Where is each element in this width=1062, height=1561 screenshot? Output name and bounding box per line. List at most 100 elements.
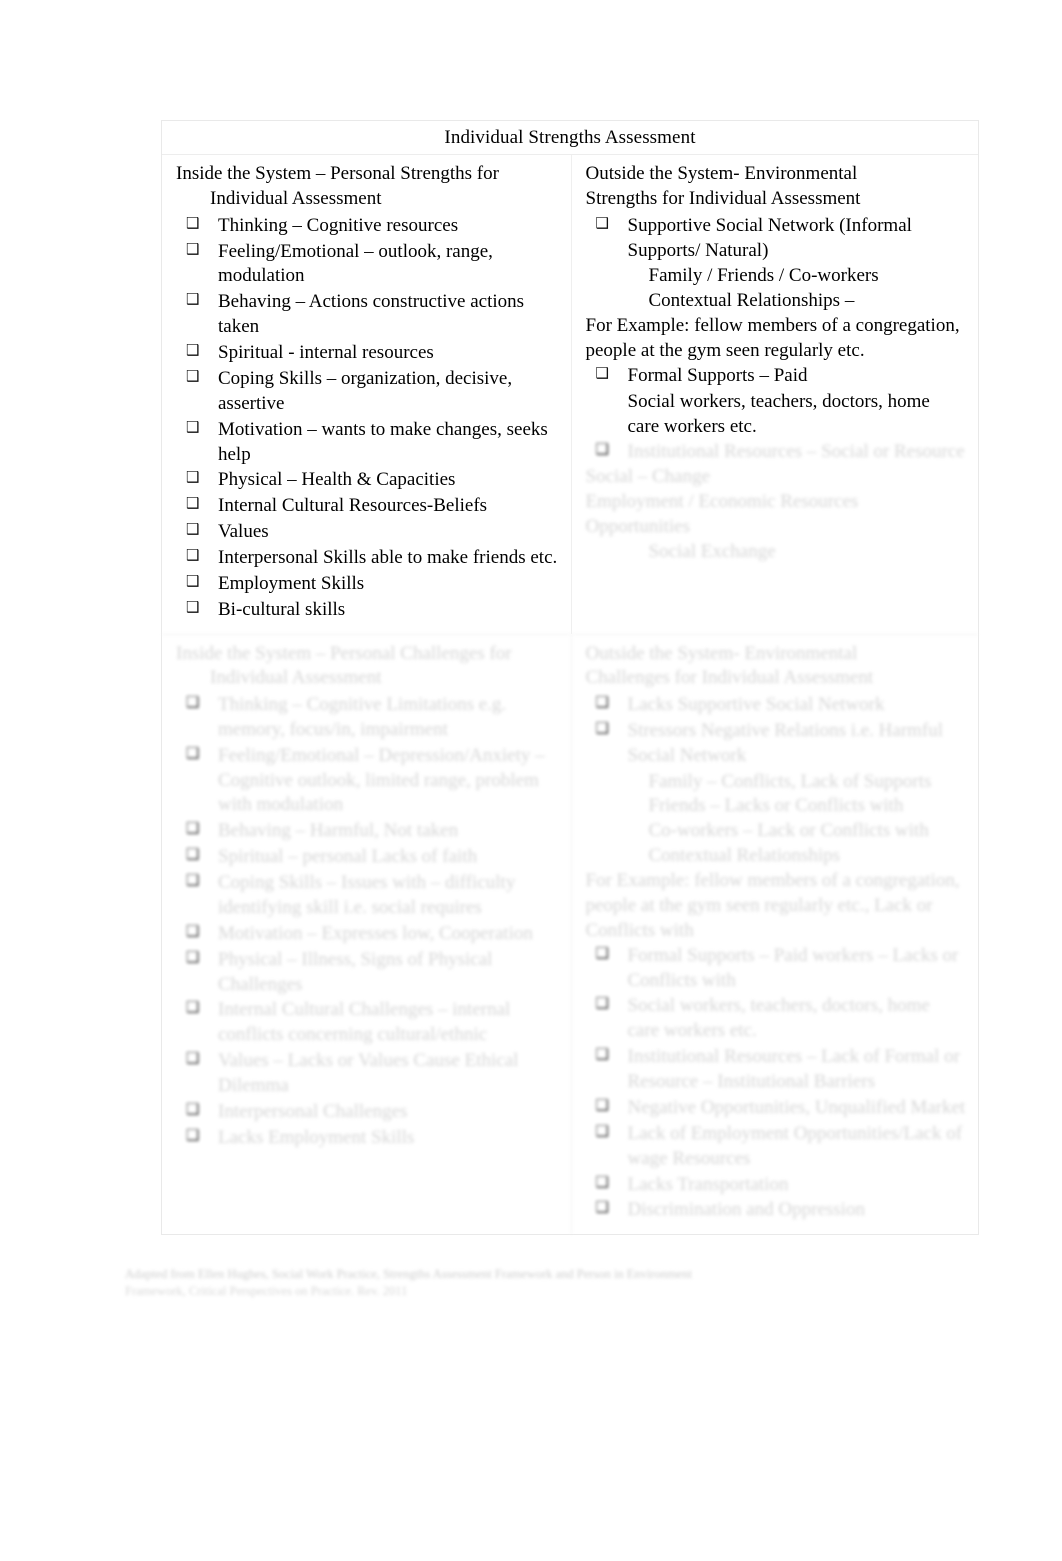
bullet-icon: ❑ xyxy=(595,1045,609,1064)
list-item-label: Motivation – Expresses low, Cooperation xyxy=(218,922,533,944)
footer-line-2: Framework, Critical Perspectives on Prac… xyxy=(125,1284,408,1299)
challenges-left-heading: Inside the System – Personal Challenges … xyxy=(176,642,559,690)
bullet-icon: ❑ xyxy=(186,290,200,309)
list-item: ❑ Supportive Social Network (Informal Su… xyxy=(586,214,967,264)
bullet-icon: ❑ xyxy=(595,718,609,737)
document-page: Individual Strengths Assessment Inside t… xyxy=(0,0,1062,1561)
strengths-right-ghost-line-1: Social – Change xyxy=(585,466,711,488)
list-item-label: Negative Opportunities, Unqualified Mark… xyxy=(627,1096,966,1118)
bullet-icon: ❑ xyxy=(186,1125,200,1144)
strengths-right-ghost-list: ❑ Institutional Resources – Social or Re… xyxy=(586,440,967,465)
bullet-icon: ❑ xyxy=(186,571,200,590)
strengths-right-subitem-contextual: Contextual Relationships – xyxy=(648,290,855,312)
bullet-icon: ❑ xyxy=(186,468,200,487)
challenges-right-subitem-family: Family – Conflicts, Lack of Supports xyxy=(648,770,932,792)
list-item: ❑ Lacks Supportive Social Network xyxy=(586,693,967,718)
list-item-label: Thinking – Cognitive resources xyxy=(218,214,459,236)
bullet-icon: ❑ xyxy=(595,1121,609,1140)
list-item: ❑ Interpersonal Challenges xyxy=(176,1100,559,1125)
individual-strengths-assessment-table: Individual Strengths Assessment Inside t… xyxy=(161,120,979,1236)
strengths-outside-system-column: Outside the System- Environmental Streng… xyxy=(572,155,979,633)
list-item: ❑ Social workers, teachers, doctors, hom… xyxy=(586,994,967,1044)
strengths-right-list-2: ❑ Formal Supports – Paid xyxy=(586,364,967,389)
challenges-right-subitem-friends: Friends – Lacks or Conflicts with xyxy=(648,795,904,817)
strengths-right-example-text: For Example: fellow members of a congreg… xyxy=(585,315,960,362)
list-item: ❑ Thinking – Cognitive Limitations e.g. … xyxy=(176,693,559,743)
list-item-label: Lacks Transportation xyxy=(627,1173,789,1195)
list-item: ❑ Lack of Employment Opportunities/Lack … xyxy=(586,1122,967,1172)
list-item-label: Supportive Social Network (Informal Supp… xyxy=(627,214,912,261)
list-item-label: Formal Supports – Paid workers – Lacks o… xyxy=(627,944,959,991)
challenges-section: Inside the System – Personal Challenges … xyxy=(162,633,979,1235)
list-item-label: Interpersonal Skills able to make friend… xyxy=(218,547,558,569)
list-item: ❑ Spiritual - internal resources xyxy=(176,341,559,366)
list-item-label: Employment Skills xyxy=(218,572,365,594)
strengths-right-subitem-family: Family / Friends / Co-workers xyxy=(648,265,879,287)
list-item-label: Spiritual - internal resources xyxy=(218,342,434,364)
bullet-icon: ❑ xyxy=(186,845,200,864)
strengths-right-list: ❑ Supportive Social Network (Informal Su… xyxy=(586,214,967,264)
list-item-label: Values – Lacks or Values Cause Ethical D… xyxy=(218,1050,519,1097)
challenges-right-subitem-contextual: Contextual Relationships xyxy=(648,845,841,867)
list-item-label: Thinking – Cognitive Limitations e.g. me… xyxy=(218,693,507,740)
bullet-icon: ❑ xyxy=(186,819,200,838)
challenges-left-heading-line2: Individual Assessment xyxy=(210,666,382,688)
strengths-right-ghost-line-3: Opportunities xyxy=(585,516,691,538)
strengths-inside-system-column: Inside the System – Personal Strengths f… xyxy=(162,155,572,634)
list-item: ❑ Discrimination and Oppression xyxy=(586,1198,967,1223)
challenges-inside-system-column: Inside the System – Personal Challenges … xyxy=(162,634,572,1235)
list-item-label: Physical – Illness, Signs of Physical Ch… xyxy=(218,948,493,995)
list-item-label: Institutional Resources – Lack of Formal… xyxy=(627,1046,960,1093)
bullet-icon: ❑ xyxy=(186,520,200,539)
strengths-section: Inside the System – Personal Strengths f… xyxy=(162,155,979,634)
list-item: ❑ Negative Opportunities, Unqualified Ma… xyxy=(586,1096,967,1121)
list-item: ❑ Internal Cultural Challenges – interna… xyxy=(176,998,559,1048)
list-item-label: Bi-cultural skills xyxy=(218,598,346,620)
list-item-label: Feeling/Emotional – outlook, range, modu… xyxy=(218,240,493,287)
challenges-right-example-text: For Example: fellow members of a congreg… xyxy=(585,870,960,941)
list-item: ❑ Feeling/Emotional – outlook, range, mo… xyxy=(176,240,559,290)
bullet-icon: ❑ xyxy=(595,994,609,1013)
strengths-right-heading-line2: Strengths for Individual Assessment xyxy=(585,187,861,209)
list-item: ❑ Behaving – Harmful, Not taken xyxy=(176,819,559,844)
bullet-icon: ❑ xyxy=(186,998,200,1017)
list-item-label: Internal Cultural Resources-Beliefs xyxy=(218,495,488,517)
list-item: ❑ Institutional Resources – Social or Re… xyxy=(586,440,967,465)
bullet-icon: ❑ xyxy=(186,1049,200,1068)
page-title: Individual Strengths Assessment xyxy=(444,127,696,148)
strengths-right-heading: Outside the System- Environmental Streng… xyxy=(586,162,967,210)
challenges-right-heading-line1: Outside the System- Environmental xyxy=(585,642,858,664)
bullet-icon: ❑ xyxy=(595,439,609,458)
list-item-label: Behaving – Actions constructive actions … xyxy=(218,291,525,338)
list-item: ❑ Formal Supports – Paid workers – Lacks… xyxy=(586,944,967,994)
bullet-icon: ❑ xyxy=(186,213,200,232)
list-item: ❑ Coping Skills – organization, decisive… xyxy=(176,367,559,417)
strengths-left-heading: Inside the System – Personal Strengths f… xyxy=(176,162,559,210)
bullet-icon: ❑ xyxy=(186,494,200,513)
list-item: ❑ Institutional Resources – Lack of Form… xyxy=(586,1045,967,1095)
challenges-right-subitem-coworkers: Co-workers – Lack or Conflicts with xyxy=(648,820,929,842)
footer-attribution: Adapted from Ellen Hughes, Social Work P… xyxy=(125,1266,925,1301)
list-item: ❑ Employment Skills xyxy=(176,572,559,597)
bullet-icon: ❑ xyxy=(186,366,200,385)
bullet-icon: ❑ xyxy=(595,1198,609,1217)
list-item-label: Lacks Supportive Social Network xyxy=(627,693,885,715)
list-item-label: Feeling/Emotional – Depression/Anxiety –… xyxy=(218,744,545,816)
list-item-label: Discrimination and Oppression xyxy=(627,1199,865,1221)
bullet-icon: ❑ xyxy=(595,1095,609,1114)
list-item-label: Spiritual – personal Lacks of faith xyxy=(218,846,478,868)
list-item-label: Lack of Employment Opportunities/Lack of… xyxy=(627,1122,963,1169)
bullet-icon: ❑ xyxy=(595,692,609,711)
bullet-icon: ❑ xyxy=(186,921,200,940)
list-item-label: Interpersonal Challenges xyxy=(218,1100,408,1122)
list-item-label: Values xyxy=(218,521,269,543)
footer-line-1: Adapted from Ellen Hughes, Social Work P… xyxy=(125,1267,693,1281)
challenges-outside-system-column: Outside the System- Environmental Challe… xyxy=(572,635,979,1235)
list-item-label: Physical – Health & Capacities xyxy=(218,469,456,491)
strengths-right-subitem-formal-examples: Social workers, teachers, doctors, home … xyxy=(627,390,930,437)
list-item: ❑ Feeling/Emotional – Depression/Anxiety… xyxy=(176,744,559,819)
list-item: ❑ Spiritual – personal Lacks of faith xyxy=(176,845,559,870)
strengths-left-heading-line2: Individual Assessment xyxy=(210,187,382,209)
list-item-label: Coping Skills – organization, decisive, … xyxy=(218,367,513,414)
list-item-label: Formal Supports – Paid xyxy=(627,364,808,386)
